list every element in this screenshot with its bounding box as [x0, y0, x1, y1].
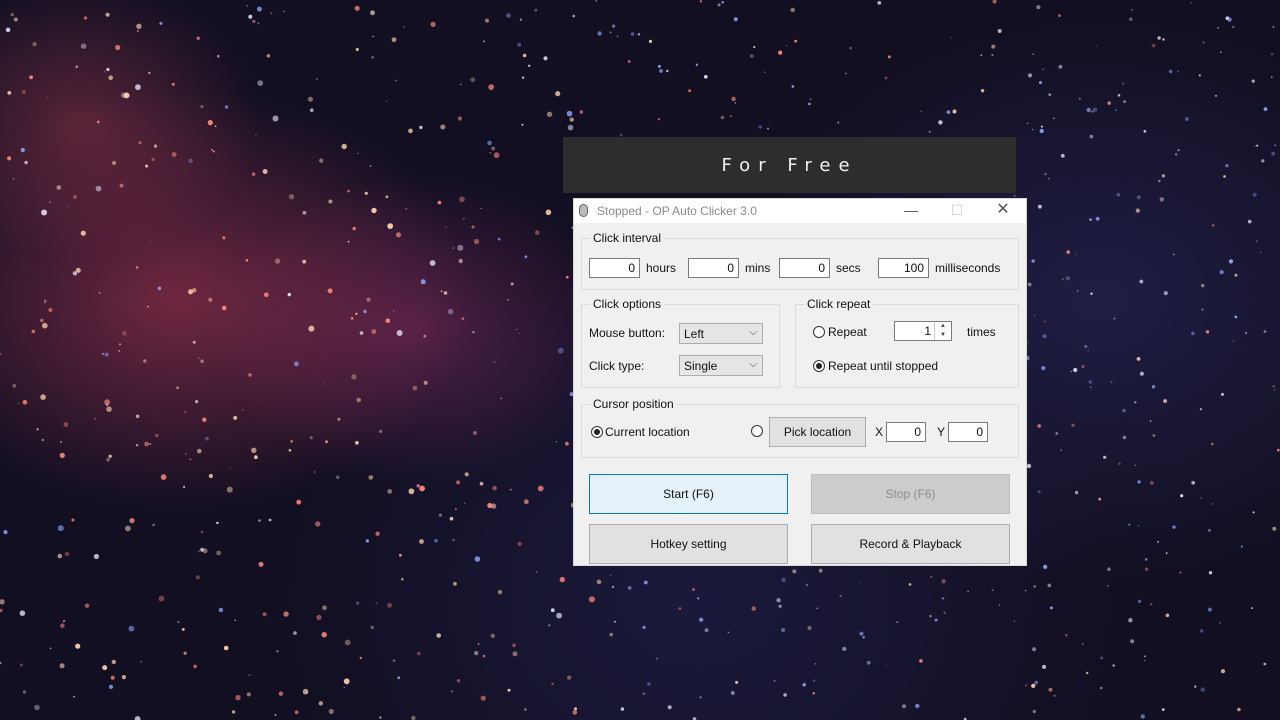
click-options-label: Click options	[590, 297, 665, 311]
repeat-count-spinner[interactable]: 1 ▲ ▼	[894, 321, 952, 341]
click-options-group: Click options Mouse button: Left ⌵ Click…	[581, 297, 780, 388]
mouse-button-select[interactable]: Left ⌵	[679, 323, 763, 344]
maximize-button[interactable]: ☐	[934, 199, 980, 223]
repeat-until-stopped-label: Repeat until stopped	[828, 359, 939, 373]
minimize-button[interactable]: —	[888, 199, 934, 223]
cursor-position-label: Cursor position	[590, 397, 677, 411]
pick-location-radio[interactable]	[751, 425, 763, 437]
milliseconds-label: milliseconds	[935, 261, 1001, 275]
click-repeat-group: Click repeat Repeat 1 ▲ ▼ times Repeat un…	[795, 297, 1019, 388]
mouse-icon	[579, 204, 588, 217]
cursor-position-group: Cursor position Current location Pick lo…	[581, 397, 1019, 458]
banner-text: For Free	[721, 154, 858, 176]
stop-button[interactable]: Stop (F6)	[811, 474, 1010, 514]
chevron-down-icon: ⌵	[749, 327, 757, 338]
close-button[interactable]: ✕	[980, 199, 1026, 223]
times-label: times	[967, 325, 996, 339]
click-interval-label: Click interval	[590, 231, 665, 245]
current-location-label: Current location	[605, 425, 690, 439]
spinner-arrows-icon[interactable]: ▲ ▼	[934, 322, 951, 340]
repeat-until-stopped-radio[interactable]	[813, 360, 825, 372]
secs-input[interactable]: 0	[779, 258, 830, 278]
y-coordinate-input[interactable]: 0	[948, 422, 988, 442]
record-playback-button[interactable]: Record & Playback	[811, 524, 1010, 564]
mouse-button-label: Mouse button:	[589, 326, 666, 340]
hours-label: hours	[646, 261, 677, 275]
start-button[interactable]: Start (F6)	[589, 474, 788, 514]
hours-input[interactable]: 0	[589, 258, 640, 278]
window-title: Stopped - OP Auto Clicker 3.0	[597, 204, 757, 218]
click-type-select[interactable]: Single ⌵	[679, 355, 763, 376]
click-type-value: Single	[684, 359, 718, 373]
click-type-label: Click type:	[589, 359, 645, 373]
mouse-button-value: Left	[684, 327, 705, 341]
chevron-down-icon: ⌵	[749, 359, 757, 370]
app-window: Stopped - OP Auto Clicker 3.0 — ☐ ✕ Clic…	[573, 198, 1027, 566]
y-label: Y	[937, 425, 946, 439]
click-interval-group: Click interval 0 hours 0 mins 0 secs 100…	[581, 231, 1019, 290]
title-bar[interactable]: Stopped - OP Auto Clicker 3.0 — ☐ ✕	[574, 199, 1026, 223]
repeat-count-value: 1	[924, 324, 931, 338]
repeat-label: Repeat	[828, 325, 867, 339]
secs-label: secs	[836, 261, 861, 275]
current-location-radio[interactable]	[591, 426, 603, 438]
x-label: X	[875, 425, 884, 439]
repeat-radio[interactable]	[813, 326, 825, 338]
pick-location-button[interactable]: Pick location	[769, 417, 866, 447]
click-repeat-label: Click repeat	[804, 297, 874, 311]
mins-label: mins	[745, 261, 771, 275]
milliseconds-input[interactable]: 100	[878, 258, 929, 278]
hotkey-setting-button[interactable]: Hotkey setting	[589, 524, 788, 564]
mins-input[interactable]: 0	[688, 258, 739, 278]
x-coordinate-input[interactable]: 0	[886, 422, 926, 442]
for-free-banner: For Free	[563, 137, 1016, 193]
